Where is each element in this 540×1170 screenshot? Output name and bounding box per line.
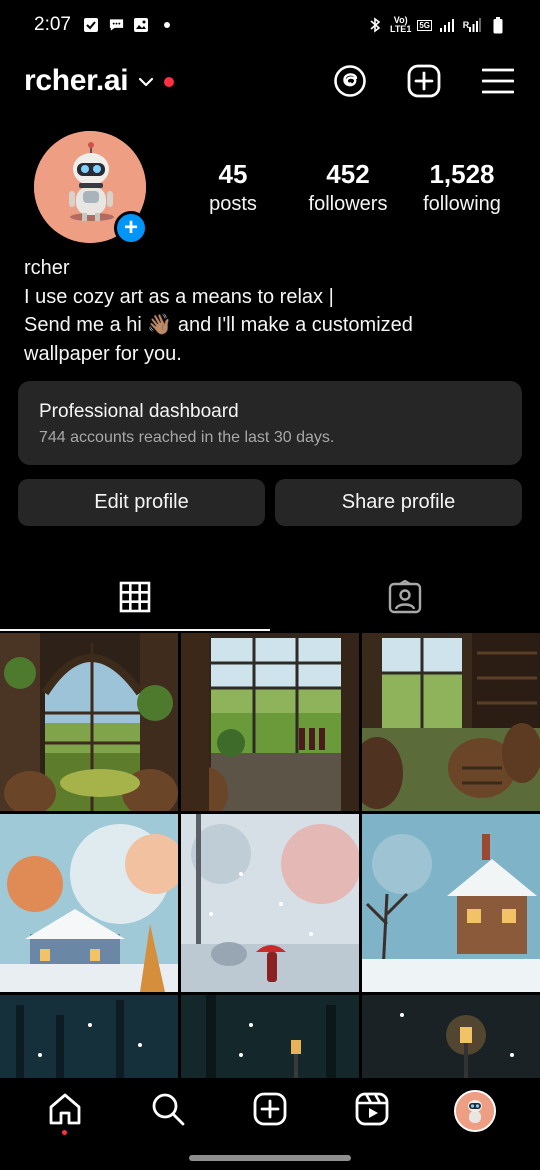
- following-count: 1,528: [429, 159, 495, 189]
- grid-post[interactable]: [181, 995, 359, 1079]
- menu-icon[interactable]: [480, 63, 516, 99]
- share-profile-button[interactable]: Share profile: [275, 479, 522, 526]
- notification-dot: [164, 77, 175, 87]
- system-home-indicator[interactable]: [189, 1155, 351, 1161]
- posts-count: 45: [218, 159, 248, 189]
- reels-icon: [354, 1091, 390, 1132]
- grid-post[interactable]: [0, 633, 178, 811]
- profile-summary: + 45 posts 452 followers 1,528 following: [0, 131, 540, 245]
- bottom-navigation: [0, 1078, 540, 1144]
- tab-posts-grid[interactable]: [0, 567, 270, 631]
- battery-icon: [489, 16, 506, 34]
- profile-avatar-container[interactable]: +: [34, 131, 148, 245]
- search-icon: [150, 1091, 186, 1132]
- gallery-notification-icon: [133, 17, 150, 34]
- create-icon: [252, 1091, 288, 1132]
- status-time: 2:07: [34, 14, 71, 35]
- posts-label: posts: [209, 193, 257, 215]
- signal-strength-2-icon: R: [461, 17, 483, 34]
- home-notification-dot: [62, 1130, 68, 1135]
- grid-post[interactable]: [181, 814, 359, 992]
- bio-line-1: I use cozy art as a means to relax |: [24, 285, 334, 308]
- chevron-down-icon[interactable]: [138, 74, 154, 92]
- grid-post[interactable]: [0, 995, 178, 1079]
- bluetooth-icon: [367, 17, 384, 34]
- profile-display-name: rcher: [24, 257, 70, 279]
- threads-icon[interactable]: [332, 63, 368, 99]
- nav-reels[interactable]: [348, 1087, 396, 1135]
- nav-profile[interactable]: [451, 1087, 499, 1135]
- grid-post[interactable]: [0, 814, 178, 992]
- followers-stat[interactable]: 452 followers: [298, 159, 398, 219]
- following-label: following: [423, 193, 501, 215]
- grid-post[interactable]: [181, 633, 359, 811]
- nav-create[interactable]: [246, 1087, 294, 1135]
- nav-home[interactable]: [41, 1087, 89, 1135]
- signal-strength-icon: [438, 17, 455, 34]
- profile-bio: rcher I use cozy art as a means to relax…: [24, 254, 524, 368]
- profile-tabs: [0, 567, 540, 631]
- bio-line-3: wallpaper for you.: [24, 342, 182, 365]
- home-icon: [47, 1091, 83, 1132]
- dashboard-title: Professional dashboard: [39, 401, 239, 422]
- tab-tagged[interactable]: [270, 567, 540, 631]
- chat-notification-icon: [108, 17, 125, 34]
- edit-profile-button[interactable]: Edit profile: [18, 479, 265, 526]
- grid-post[interactable]: [362, 814, 540, 992]
- 5g-label: 5G: [417, 19, 432, 31]
- volte-label: Vo) LTE1: [389, 15, 412, 34]
- account-username[interactable]: rcher.ai: [24, 64, 129, 98]
- tagged-icon: [388, 579, 422, 619]
- grid-post[interactable]: [362, 633, 540, 811]
- followers-label: followers: [308, 193, 388, 215]
- more-notifications-dot: [163, 22, 170, 28]
- profile-header: rcher.ai: [0, 56, 540, 106]
- checkbox-notification-icon: [83, 17, 100, 34]
- status-bar: 2:07 Vo) LTE1 5G R: [0, 0, 540, 50]
- dashboard-subtitle: 744 accounts reached in the last 30 days…: [39, 429, 335, 446]
- new-post-icon[interactable]: [406, 63, 442, 99]
- posts-grid: [0, 633, 540, 1079]
- profile-avatar-small: [453, 1090, 496, 1132]
- grid-icon: [119, 581, 151, 618]
- bio-line-2: Send me a hi 👋🏽 and I'll make a customiz…: [24, 314, 413, 336]
- following-stat[interactable]: 1,528 following: [410, 159, 514, 219]
- add-story-plus-icon[interactable]: +: [114, 211, 148, 245]
- nav-search[interactable]: [144, 1087, 192, 1135]
- grid-post[interactable]: [362, 995, 540, 1079]
- posts-stat[interactable]: 45 posts: [188, 159, 278, 219]
- followers-count: 452: [326, 159, 370, 189]
- professional-dashboard-card[interactable]: Professional dashboard 744 accounts reac…: [18, 381, 522, 465]
